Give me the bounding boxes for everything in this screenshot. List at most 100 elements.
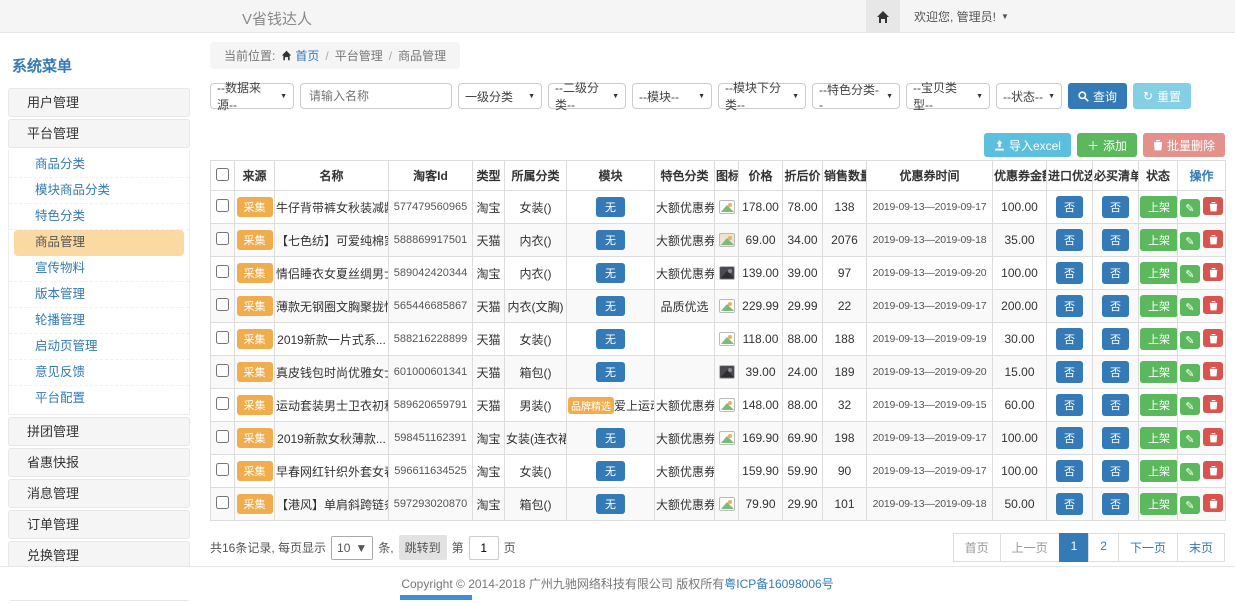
sidebar-item[interactable]: 省惠快报 bbox=[8, 448, 190, 477]
sidebar-subitem[interactable]: 商品分类 bbox=[9, 152, 189, 178]
import-toggle-button[interactable]: 否 bbox=[1056, 361, 1083, 383]
edit-button[interactable]: ✎ bbox=[1180, 265, 1200, 283]
edit-button[interactable]: ✎ bbox=[1180, 199, 1200, 217]
status-button[interactable]: 上架 bbox=[1140, 493, 1178, 515]
filter-module-select[interactable]: --模块--▼ bbox=[632, 83, 712, 109]
row-checkbox[interactable] bbox=[216, 298, 229, 311]
must-buy-toggle-button[interactable]: 否 bbox=[1102, 493, 1129, 515]
import-toggle-button[interactable]: 否 bbox=[1056, 295, 1083, 317]
must-buy-toggle-button[interactable]: 否 bbox=[1102, 295, 1129, 317]
edit-button[interactable]: ✎ bbox=[1180, 397, 1200, 415]
filter-feature-select[interactable]: --特色分类--▼ bbox=[812, 83, 900, 109]
delete-button[interactable] bbox=[1203, 461, 1223, 479]
sidebar-subitem[interactable]: 轮播管理 bbox=[9, 308, 189, 334]
page-button[interactable]: 首页 bbox=[953, 533, 1001, 562]
name-search-input[interactable] bbox=[300, 83, 452, 109]
scrollbar-thumb[interactable] bbox=[400, 595, 472, 600]
sidebar-subitem[interactable]: 模块商品分类 bbox=[9, 178, 189, 204]
sidebar-subitem[interactable]: 意见反馈 bbox=[9, 360, 189, 386]
status-button[interactable]: 上架 bbox=[1140, 262, 1178, 284]
sidebar-item[interactable]: 用户管理 bbox=[8, 88, 190, 117]
import-toggle-button[interactable]: 否 bbox=[1056, 196, 1083, 218]
status-button[interactable]: 上架 bbox=[1140, 460, 1178, 482]
reset-button[interactable]: ↻ 重置 bbox=[1133, 83, 1191, 109]
status-button[interactable]: 上架 bbox=[1140, 196, 1178, 218]
delete-button[interactable] bbox=[1203, 230, 1223, 248]
row-checkbox[interactable] bbox=[216, 331, 229, 344]
filter-level2-select[interactable]: --二级分类--▼ bbox=[548, 83, 626, 109]
sidebar-subitem[interactable]: 平台配置 bbox=[9, 386, 189, 412]
row-checkbox[interactable] bbox=[216, 430, 229, 443]
row-checkbox[interactable] bbox=[216, 232, 229, 245]
filter-level1-select[interactable]: 一级分类▼ bbox=[458, 83, 542, 109]
breadcrumb-home-link[interactable]: 首页 bbox=[281, 47, 319, 64]
status-button[interactable]: 上架 bbox=[1140, 295, 1178, 317]
import-toggle-button[interactable]: 否 bbox=[1056, 328, 1083, 350]
sidebar-subitem[interactable]: 宣传物料 bbox=[9, 256, 189, 282]
sidebar-item[interactable]: 订单管理 bbox=[8, 510, 190, 539]
sidebar-subitem[interactable]: 版本管理 bbox=[9, 282, 189, 308]
import-toggle-button[interactable]: 否 bbox=[1056, 394, 1083, 416]
page-button[interactable]: 1 bbox=[1059, 533, 1090, 562]
must-buy-toggle-button[interactable]: 否 bbox=[1102, 394, 1129, 416]
filter-source-select[interactable]: --数据来源--▼ bbox=[210, 83, 294, 109]
status-button[interactable]: 上架 bbox=[1140, 229, 1178, 251]
edit-button[interactable]: ✎ bbox=[1180, 430, 1200, 448]
delete-button[interactable] bbox=[1203, 362, 1223, 380]
edit-button[interactable]: ✎ bbox=[1180, 364, 1200, 382]
row-checkbox[interactable] bbox=[216, 496, 229, 509]
batch-delete-button[interactable]: 批量删除 bbox=[1143, 133, 1225, 157]
row-checkbox[interactable] bbox=[216, 463, 229, 476]
must-buy-toggle-button[interactable]: 否 bbox=[1102, 361, 1129, 383]
status-button[interactable]: 上架 bbox=[1140, 427, 1178, 449]
import-toggle-button[interactable]: 否 bbox=[1056, 262, 1083, 284]
row-checkbox[interactable] bbox=[216, 265, 229, 278]
must-buy-toggle-button[interactable]: 否 bbox=[1102, 196, 1129, 218]
page-button[interactable]: 末页 bbox=[1177, 533, 1225, 562]
icp-link[interactable]: 粤ICP备16098006号 bbox=[724, 575, 833, 592]
filter-module-sub-select[interactable]: --模块下分类--▼ bbox=[718, 83, 806, 109]
sidebar-subitem[interactable]: 启动页管理 bbox=[9, 334, 189, 360]
sidebar-item[interactable]: 拼团管理 bbox=[8, 417, 190, 446]
must-buy-toggle-button[interactable]: 否 bbox=[1102, 328, 1129, 350]
edit-button[interactable]: ✎ bbox=[1180, 298, 1200, 316]
delete-button[interactable] bbox=[1203, 329, 1223, 347]
page-number-input[interactable] bbox=[469, 536, 499, 560]
query-button[interactable]: 查询 bbox=[1068, 83, 1127, 109]
must-buy-toggle-button[interactable]: 否 bbox=[1102, 262, 1129, 284]
import-excel-button[interactable]: 导入excel bbox=[984, 133, 1071, 157]
must-buy-toggle-button[interactable]: 否 bbox=[1102, 427, 1129, 449]
delete-button[interactable] bbox=[1203, 197, 1223, 215]
import-toggle-button[interactable]: 否 bbox=[1056, 493, 1083, 515]
home-button[interactable] bbox=[866, 0, 900, 33]
status-button[interactable]: 上架 bbox=[1140, 394, 1178, 416]
must-buy-toggle-button[interactable]: 否 bbox=[1102, 229, 1129, 251]
add-button[interactable]: ＋ 添加 bbox=[1077, 133, 1137, 157]
delete-button[interactable] bbox=[1203, 296, 1223, 314]
status-button[interactable]: 上架 bbox=[1140, 361, 1178, 383]
page-button[interactable]: 上一页 bbox=[1000, 533, 1060, 562]
select-all-checkbox[interactable] bbox=[216, 168, 229, 181]
delete-button[interactable] bbox=[1203, 263, 1223, 281]
status-button[interactable]: 上架 bbox=[1140, 328, 1178, 350]
jump-button[interactable]: 跳转到 bbox=[399, 535, 447, 560]
user-menu[interactable]: 欢迎您, 管理员! ▼ bbox=[900, 0, 1023, 33]
row-checkbox[interactable] bbox=[216, 199, 229, 212]
sidebar-item[interactable]: 平台管理 bbox=[8, 119, 190, 148]
edit-button[interactable]: ✎ bbox=[1180, 496, 1200, 514]
import-toggle-button[interactable]: 否 bbox=[1056, 427, 1083, 449]
import-toggle-button[interactable]: 否 bbox=[1056, 229, 1083, 251]
sidebar-subitem[interactable]: 特色分类 bbox=[9, 204, 189, 230]
sidebar-subitem[interactable]: 商品管理 bbox=[14, 230, 184, 256]
must-buy-toggle-button[interactable]: 否 bbox=[1102, 460, 1129, 482]
import-toggle-button[interactable]: 否 bbox=[1056, 460, 1083, 482]
edit-button[interactable]: ✎ bbox=[1180, 232, 1200, 250]
page-button[interactable]: 下一页 bbox=[1118, 533, 1178, 562]
page-button[interactable]: 2 bbox=[1088, 533, 1119, 562]
edit-button[interactable]: ✎ bbox=[1180, 463, 1200, 481]
edit-button[interactable]: ✎ bbox=[1180, 331, 1200, 349]
delete-button[interactable] bbox=[1203, 428, 1223, 446]
delete-button[interactable] bbox=[1203, 395, 1223, 413]
sidebar-item[interactable]: 消息管理 bbox=[8, 479, 190, 508]
per-page-select[interactable]: 10 ▼ bbox=[331, 536, 373, 560]
